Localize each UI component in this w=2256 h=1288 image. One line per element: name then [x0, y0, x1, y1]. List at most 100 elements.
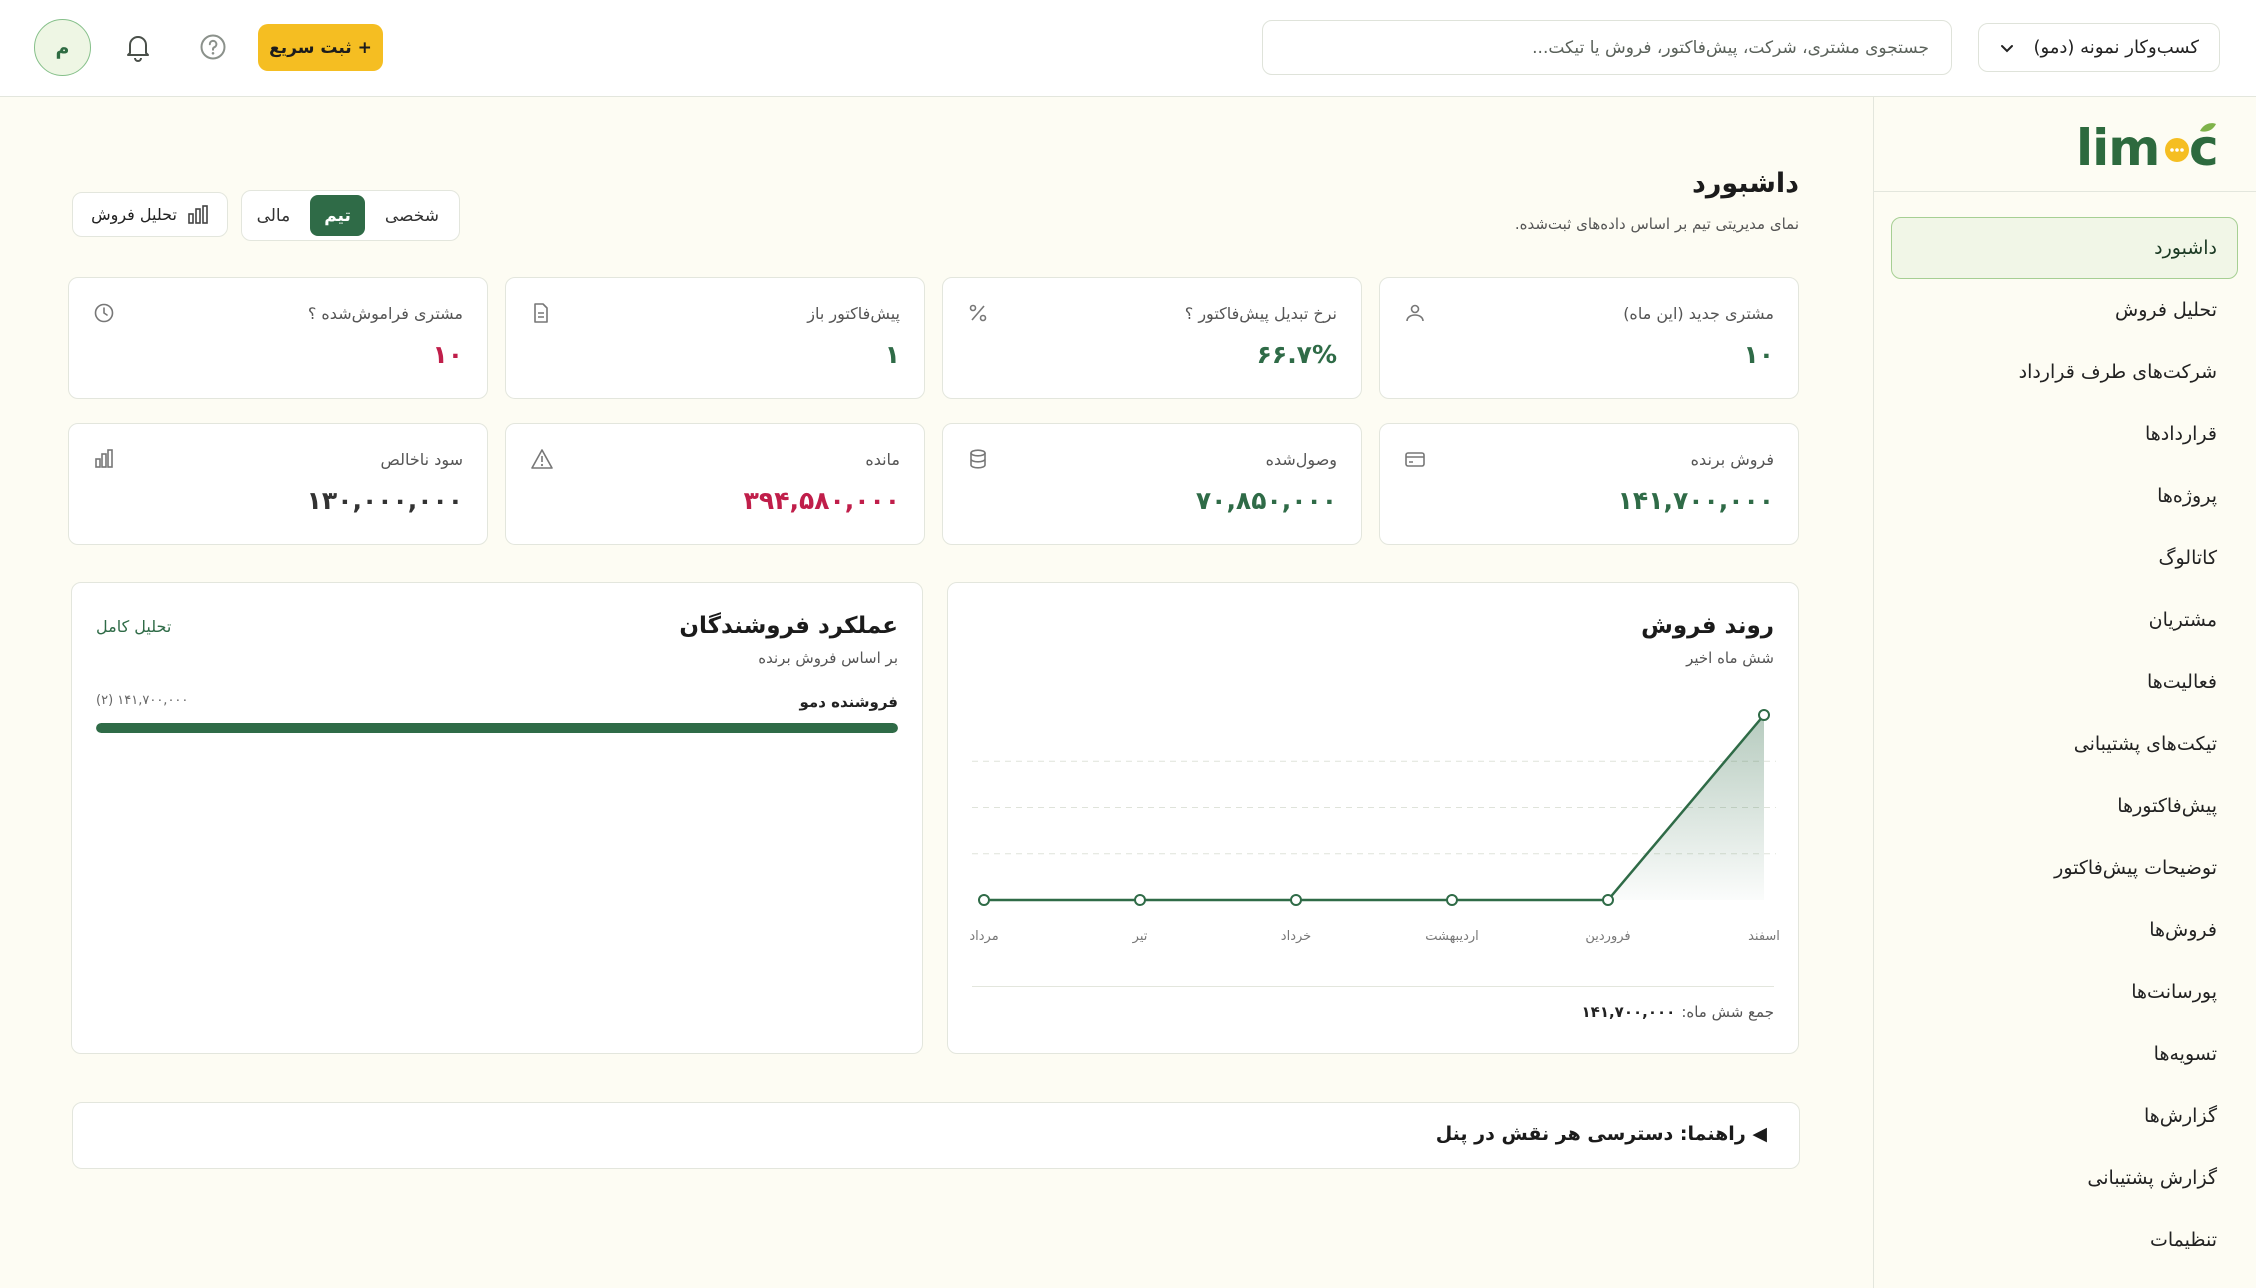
sidebar-item-catalog[interactable]: کاتالوگ [1891, 527, 2238, 589]
view-segmented-control: شخصی تیم مالی [241, 190, 460, 241]
kpi-card-new-customers: مشتری جدید (این ماه) ۱۰ [1379, 277, 1799, 399]
sidebar-divider [1873, 191, 2256, 192]
logo: lim c [2076, 117, 2216, 177]
avatar[interactable]: م [34, 19, 91, 76]
full-analysis-link[interactable]: تحلیل کامل [96, 617, 171, 636]
data-point [978, 894, 990, 906]
sales-analysis-button[interactable]: تحلیل فروش [72, 192, 228, 237]
sidebar-item-dashboard[interactable]: داشبورد [1891, 217, 2238, 279]
kpi-value: ۱ [884, 340, 900, 369]
kpi-value: ۶۶.۷% [1256, 340, 1337, 369]
sidebar-item-customers[interactable]: مشتریان [1891, 589, 2238, 651]
tab-financial[interactable]: مالی [243, 195, 305, 236]
bell-icon[interactable] [121, 30, 155, 64]
kpi-value: ۱۴۱,۷۰۰,۰۰۰ [1617, 486, 1774, 515]
kpi-value: ۱۰ [432, 340, 463, 369]
x-tick-label: اردیبهشت [1425, 929, 1479, 944]
warning-icon [530, 448, 554, 470]
data-point [1290, 894, 1302, 906]
sales-total-value: ۱۴۱,۷۰۰,۰۰۰ [1581, 1003, 1676, 1021]
x-tick-label: تیر [1132, 929, 1148, 944]
data-point [1602, 894, 1614, 906]
chart-divider [972, 986, 1774, 987]
sidebar-item-proforma-notes[interactable]: توضیحات پیش‌فاکتور [1891, 837, 2238, 899]
sidebar-item-support-report[interactable]: گزارش پشتیبانی [1891, 1147, 2238, 1209]
x-tick-label: مرداد [969, 929, 998, 944]
x-tick-label: اسفند [1748, 929, 1780, 944]
kpi-card-open-proformas: پیش‌فاکتور باز ۱ [505, 277, 925, 399]
sidebar-item-proformas[interactable]: پیش‌فاکتورها [1891, 775, 2238, 837]
sales-total-label: جمع شش ماه: [1681, 1003, 1774, 1021]
sidebar-item-settings[interactable]: تنظیمات [1891, 1209, 2238, 1271]
x-tick-label: فروردین [1585, 929, 1630, 944]
kpi-value: ۱۳۰,۰۰۰,۰۰۰ [306, 486, 463, 515]
kpi-label: وصول‌شده [1265, 450, 1337, 469]
clock-icon [93, 302, 115, 324]
quick-add-button[interactable]: + ثبت سریع [258, 24, 383, 71]
seller-progress-bar [96, 723, 898, 733]
sidebar-item-sales[interactable]: فروش‌ها [1891, 899, 2238, 961]
sidebar-item-companies[interactable]: شرکت‌های طرف قرارداد [1891, 341, 2238, 403]
page-title: داشبورد [1691, 168, 1799, 199]
card-icon [1404, 448, 1426, 470]
business-selector[interactable]: کسب‌وکار نمونه (دمو) [1978, 23, 2220, 72]
kpi-value: ۳۹۴,۵۸۰,۰۰۰ [743, 486, 900, 515]
sales-trend-chart: مرداد تیر خرداد اردیبهشت فروردین اسفند [969, 709, 1780, 944]
x-tick-label: خرداد [1281, 929, 1311, 944]
help-icon[interactable] [196, 30, 230, 64]
sales-trend-subtitle: شش ماه اخیر [1686, 649, 1774, 667]
sellers-title: عملکرد فروشندگان [679, 613, 898, 639]
sidebar-item-projects[interactable]: پروژه‌ها [1891, 465, 2238, 527]
kpi-label: مانده [865, 450, 900, 469]
kpi-card-conversion-rate: نرخ تبدیل پیش‌فاکتور ؟ ۶۶.۷% [942, 277, 1362, 399]
sales-trend-title: روند فروش [1641, 613, 1774, 639]
kpi-card-forgotten-customers: مشتری فراموش‌شده ؟ ۱۰ [68, 277, 488, 399]
kpi-card-gross-profit: سود ناخالص ۱۳۰,۰۰۰,۰۰۰ [68, 423, 488, 545]
sales-trend-panel: روند فروش شش ماه اخیر مرداد تیر خرداد اردیب… [947, 582, 1799, 1054]
kpi-card-collected: وصول‌شده ۷۰,۸۵۰,۰۰۰ [942, 423, 1362, 545]
bar-chart-icon [187, 204, 209, 226]
role-guide-toggle[interactable]: ◀ راهنما: دسترسی هر نقش در پنل [1436, 1123, 1767, 1145]
data-point [1758, 709, 1770, 721]
kpi-label: مشتری فراموش‌شده ؟ [307, 304, 463, 323]
percent-icon [967, 302, 989, 324]
kpi-card-balance: مانده ۳۹۴,۵۸۰,۰۰۰ [505, 423, 925, 545]
search-input[interactable] [1262, 20, 1952, 75]
bar-chart-icon [93, 448, 115, 470]
document-icon [530, 302, 552, 324]
seller-row: فروشنده دمو ۱۴۱,۷۰۰,۰۰۰ (۲) [96, 693, 898, 733]
sellers-subtitle: بر اساس فروش برنده [758, 649, 898, 667]
data-point [1134, 894, 1146, 906]
sidebar-nav: داشبورد تحلیل فروش شرکت‌های طرف قرارداد … [1891, 217, 2238, 1271]
kpi-label: پیش‌فاکتور باز [807, 304, 900, 323]
tab-team[interactable]: تیم [310, 195, 365, 236]
sidebar-item-contracts[interactable]: قراردادها [1891, 403, 2238, 465]
svg-text:lim: lim [2076, 119, 2159, 177]
kpi-value: ۷۰,۸۵۰,۰۰۰ [1195, 486, 1337, 515]
sidebar-item-reports[interactable]: گزارش‌ها [1891, 1085, 2238, 1147]
kpi-label: سود ناخالص [380, 450, 463, 469]
sales-analysis-label: تحلیل فروش [91, 205, 177, 224]
kpi-label: مشتری جدید (این ماه) [1623, 304, 1774, 323]
sidebar-item-tickets[interactable]: تیکت‌های پشتیبانی [1891, 713, 2238, 775]
kpi-card-won-sales: فروش برنده ۱۴۱,۷۰۰,۰۰۰ [1379, 423, 1799, 545]
page-subtitle: نمای مدیریتی تیم بر اساس داده‌های ثبت‌شد… [1514, 215, 1799, 233]
seller-progress-track [96, 723, 898, 733]
tab-personal[interactable]: شخصی [371, 195, 453, 236]
sidebar-item-settlements[interactable]: تسویه‌ها [1891, 1023, 2238, 1085]
sidebar-item-activities[interactable]: فعالیت‌ها [1891, 651, 2238, 713]
role-guide-panel[interactable]: ◀ راهنما: دسترسی هر نقش در پنل [72, 1102, 1800, 1169]
sidebar-item-sales-analysis[interactable]: تحلیل فروش [1891, 279, 2238, 341]
sidebar-item-commissions[interactable]: پورسانت‌ها [1891, 961, 2238, 1023]
kpi-label: فروش برنده [1690, 450, 1774, 469]
sellers-panel: عملکرد فروشندگان بر اساس فروش برنده تحلی… [71, 582, 923, 1054]
database-icon [967, 448, 989, 470]
sidebar: lim c داشبورد تحلیل فروش شرکت‌های طرف قر… [1873, 97, 2256, 1288]
seller-amount: ۱۴۱,۷۰۰,۰۰۰ (۲) [96, 693, 189, 708]
seller-name: فروشنده دمو [799, 693, 898, 711]
sales-total: جمع شش ماه: ۱۴۱,۷۰۰,۰۰۰ [1582, 1003, 1774, 1021]
users-icon [1404, 302, 1426, 324]
top-bar: کسب‌وکار نمونه (دمو) + ثبت سریع م [0, 0, 2256, 97]
business-name: کسب‌وکار نمونه (دمو) [2033, 37, 2199, 58]
data-point [1446, 894, 1458, 906]
